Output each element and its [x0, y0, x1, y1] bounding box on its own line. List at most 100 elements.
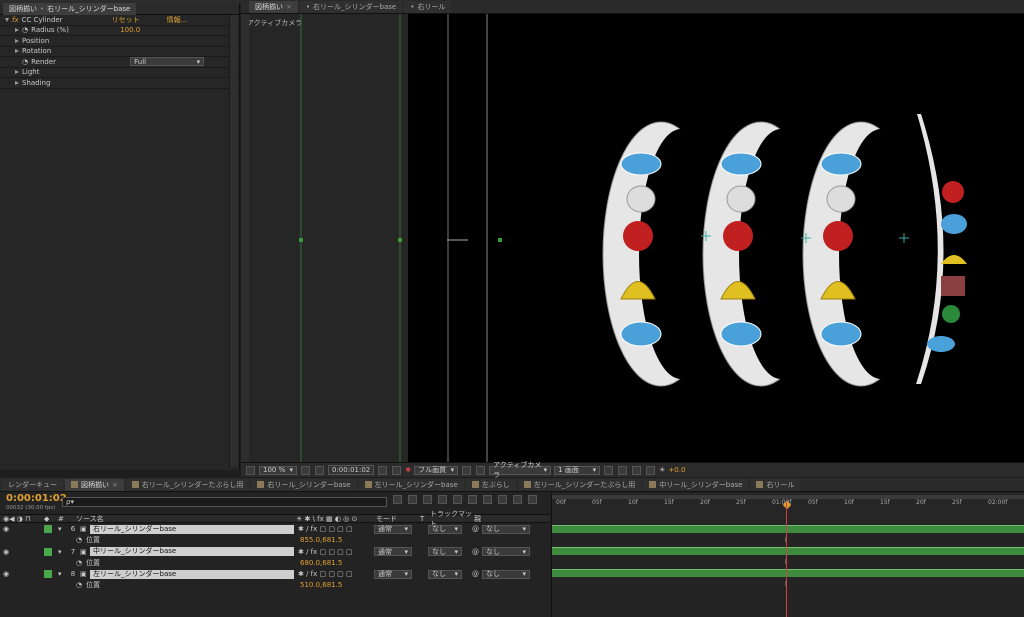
hide-shy-icon[interactable]	[423, 495, 432, 504]
exposure-icon[interactable]: ☀	[659, 466, 665, 474]
region-of-interest-icon[interactable]	[462, 465, 472, 475]
comp-mini-flowchart-icon[interactable]	[393, 495, 402, 504]
expand-triangle-icon[interactable]	[15, 80, 19, 85]
playhead-line[interactable]	[786, 502, 787, 617]
mode-dropdown[interactable]: 通常 ▾	[374, 524, 412, 534]
timeline-tab[interactable]: 右リール_シリンダーたぶらし用	[125, 478, 250, 491]
safe-margins-icon[interactable]	[301, 465, 310, 475]
close-icon[interactable]: ×	[112, 481, 118, 489]
timeline-tab[interactable]: 中リール_シリンダーbase	[643, 478, 749, 491]
toggle-pixel-aspect-icon[interactable]	[604, 465, 614, 475]
stopwatch-icon[interactable]: ◔	[22, 58, 28, 66]
timeline-tab[interactable]: 右リール_シリンダーbase	[251, 478, 357, 491]
grid-icon[interactable]	[315, 465, 324, 475]
layer-name[interactable]: 中リール_シリンダーbase	[90, 547, 294, 557]
trkmat-dropdown[interactable]: なし ▾	[428, 524, 462, 534]
label-color-swatch[interactable]	[44, 525, 52, 534]
layer-name[interactable]: 左リール_シリンダーbase	[90, 569, 294, 579]
snapshot-icon[interactable]	[378, 465, 388, 475]
about-link[interactable]: 情報...	[167, 15, 188, 25]
position-value[interactable]: 680.0,681.5	[300, 559, 342, 567]
pickwhip-icon[interactable]: @	[472, 570, 482, 578]
fast-previews-icon[interactable]	[618, 465, 628, 475]
parent-dropdown[interactable]: なし ▾	[482, 547, 530, 557]
layer-row[interactable]: ◉ ▾ 7 ▣ 中リール_シリンダーbase ✱ / fx ▢ ▢ ▢ ▢ 通常 ▾ なし ▾ @ な…	[0, 547, 550, 558]
expand-triangle-icon[interactable]	[5, 17, 9, 22]
mode-dropdown[interactable]: 通常 ▾	[374, 569, 412, 579]
label-color-swatch[interactable]	[44, 547, 52, 556]
parent-dropdown[interactable]: なし ▾	[482, 569, 530, 579]
stopwatch-icon[interactable]: ◔	[76, 581, 86, 589]
timeline-tab[interactable]: 右リール	[750, 478, 801, 491]
graph-editor-icon[interactable]	[498, 495, 507, 504]
expand-triangle-icon[interactable]	[15, 49, 19, 54]
layer-row[interactable]: ◉ ▾ 6 ▣ 右リール_シリンダーbase ✱ / fx ▢ ▢ ▢ ▢ 通常 ▾ なし ▾ @ な…	[0, 524, 550, 535]
draft-3d-icon[interactable]	[408, 495, 417, 504]
viewer-tab-comp[interactable]: 図柄揃い ×	[249, 0, 298, 13]
trkmat-dropdown[interactable]: なし ▾	[428, 569, 462, 579]
layer-switches[interactable]: ✱ / fx ▢ ▢ ▢ ▢	[294, 525, 374, 533]
pickwhip-icon[interactable]: @	[472, 548, 482, 556]
viewer-tab-reel[interactable]: • 右リール	[404, 0, 452, 13]
expand-triangle-icon[interactable]	[15, 28, 19, 33]
render-dropdown[interactable]: Full ▾	[130, 57, 205, 67]
expand-triangle-icon[interactable]: ▾	[58, 525, 66, 533]
visibility-eye-icon[interactable]: ◉	[0, 525, 10, 533]
show-snapshot-icon[interactable]	[392, 465, 402, 475]
mode-dropdown[interactable]: 通常 ▾	[374, 547, 412, 557]
timeline-icon[interactable]	[632, 465, 642, 475]
close-icon[interactable]: •	[40, 5, 44, 13]
layer-bar[interactable]	[552, 569, 1024, 577]
exposure-value[interactable]: +0.0	[668, 466, 685, 474]
zoom-dropdown[interactable]: 100 % ▾	[259, 465, 297, 475]
parent-dropdown[interactable]: なし ▾	[482, 524, 530, 534]
stopwatch-icon[interactable]: ◔	[76, 559, 86, 567]
position-value[interactable]: 510.0,681.5	[300, 581, 342, 589]
timeline-tab[interactable]: 左ぶらし	[465, 478, 516, 491]
trkmat-dropdown[interactable]: なし ▾	[428, 547, 462, 557]
current-time[interactable]: 0:00:01:02	[6, 493, 67, 504]
render-icon[interactable]	[528, 495, 537, 504]
label-color-swatch[interactable]	[44, 570, 52, 579]
layer-search-input[interactable]: ρ▾	[62, 497, 387, 507]
layer-name[interactable]: 右リール_シリンダーbase	[90, 524, 294, 534]
auto-keyframe-icon[interactable]	[483, 495, 492, 504]
expand-triangle-icon[interactable]: ▾	[58, 570, 66, 578]
fx-icon[interactable]: fx	[12, 16, 19, 24]
layer-switches[interactable]: ✱ / fx ▢ ▢ ▢ ▢	[294, 548, 374, 556]
radius-value[interactable]: 100.0	[120, 26, 140, 34]
viewer-tab-base[interactable]: • 右リール_シリンダーbase	[299, 0, 403, 13]
track-area[interactable]: I I I	[551, 523, 1024, 617]
camera-dropdown[interactable]: アクティブカメラ ▾	[489, 461, 552, 479]
stopwatch-icon[interactable]: ◔	[76, 536, 86, 544]
layer-row[interactable]: ◉ ▾ 8 ▣ 左リール_シリンダーbase ✱ / fx ▢ ▢ ▢ ▢ 通常 ▾ なし ▾ @ な…	[0, 569, 550, 580]
transparency-grid-icon[interactable]	[476, 465, 486, 475]
close-icon[interactable]: ×	[286, 3, 292, 11]
frame-blending-icon[interactable]	[438, 495, 447, 504]
expand-triangle-icon[interactable]	[15, 70, 19, 75]
live-update-icon[interactable]	[513, 495, 522, 504]
visibility-eye-icon[interactable]: ◉	[0, 548, 10, 556]
layer-bar[interactable]	[552, 525, 1024, 533]
stopwatch-icon[interactable]: ◔	[22, 26, 28, 34]
viewport[interactable]: アクティブカメラ	[241, 14, 1024, 462]
position-value[interactable]: 855.0,681.5	[300, 536, 342, 544]
viewer-scrollbar[interactable]	[241, 14, 249, 462]
reset-link[interactable]: リセット	[112, 15, 167, 25]
expand-triangle-icon[interactable]: ▾	[58, 548, 66, 556]
motion-blur-icon[interactable]	[453, 495, 462, 504]
brainstorm-icon[interactable]	[468, 495, 477, 504]
resolution-dropdown[interactable]: フル画質 ▾	[414, 465, 459, 475]
pickwhip-icon[interactable]: @	[472, 525, 482, 533]
flowchart-icon[interactable]	[646, 465, 656, 475]
visibility-eye-icon[interactable]: ◉	[0, 570, 10, 578]
timeline-tab[interactable]: 左リール_シリンダーbase	[358, 478, 464, 491]
timeline-tab[interactable]: レンダーキュー	[2, 478, 63, 491]
effects-tab[interactable]: 図柄揃い • 右リール_シリンダーbase	[3, 2, 137, 15]
color-channel-icon[interactable]: ✱	[405, 466, 411, 474]
timeline-tab[interactable]: 図柄揃い ×	[65, 478, 124, 491]
timeline-tab[interactable]: 左リール_シリンダーたぶらし用	[517, 478, 642, 491]
views-dropdown[interactable]: 1 画面 ▾	[554, 465, 601, 475]
effects-scrollbar[interactable]	[229, 15, 238, 467]
time-ruler[interactable]: 00f 05f 10f 15f 20f 25f 01:00f 05f 10f 15f 20f 25f 0…	[551, 493, 1024, 523]
